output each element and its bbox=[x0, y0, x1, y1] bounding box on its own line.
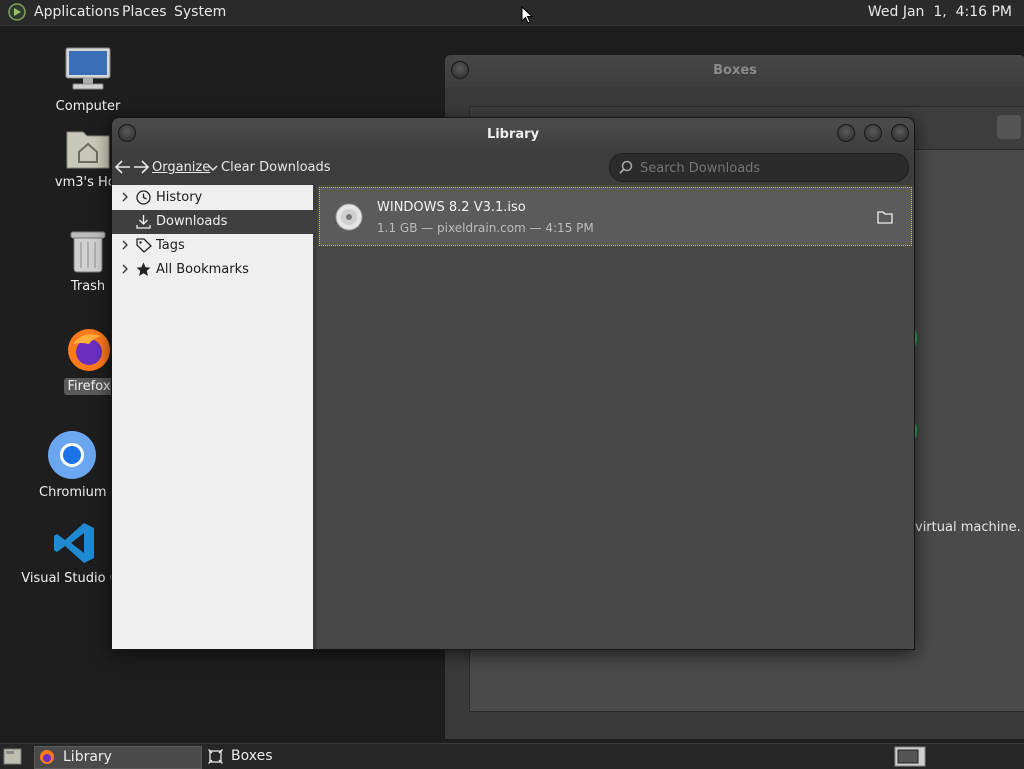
boxes-partial-text: virtual machine. bbox=[915, 520, 1021, 535]
clear-downloads-button[interactable]: Clear Downloads bbox=[221, 160, 331, 175]
sidebar-item-label: History bbox=[156, 190, 203, 205]
chromium-icon bbox=[48, 431, 96, 479]
mouse-cursor-icon bbox=[521, 6, 533, 24]
firefox-icon bbox=[40, 750, 54, 764]
desktop-icon-chromium[interactable]: Chromium bbox=[36, 430, 108, 501]
star-icon bbox=[136, 262, 151, 276]
vscode-icon bbox=[54, 523, 94, 563]
show-desktop-icon[interactable] bbox=[3, 748, 22, 765]
firefox-icon bbox=[68, 329, 110, 371]
forward-arrow-icon[interactable] bbox=[133, 160, 149, 174]
organize-button[interactable]: Organize bbox=[152, 160, 210, 175]
workspace-switcher-icon[interactable] bbox=[894, 746, 926, 767]
chevron-right-icon[interactable] bbox=[121, 263, 129, 275]
clock[interactable]: Wed Jan 1, 4:16 PM bbox=[868, 4, 1012, 21]
taskbar-item-boxes[interactable]: Boxes bbox=[203, 746, 373, 767]
download-filename: WINDOWS 8.2 V3.1.iso bbox=[377, 200, 526, 215]
search-input[interactable] bbox=[638, 157, 902, 179]
library-window[interactable]: Library Organize Clear Downloads History… bbox=[111, 117, 915, 650]
trash-icon bbox=[70, 231, 106, 273]
download-meta: 1.1 GB — pixeldrain.com — 4:15 PM bbox=[377, 221, 594, 235]
taskbar: Library Boxes bbox=[0, 743, 1024, 769]
menu-logo-icon[interactable] bbox=[8, 3, 26, 21]
folder-icon[interactable] bbox=[877, 210, 893, 224]
boxes-title: Boxes bbox=[713, 63, 757, 78]
chevron-down-icon[interactable] bbox=[208, 165, 218, 172]
desktop-icon-label: Firefox bbox=[64, 378, 114, 395]
sidebar-item-downloads[interactable]: Downloads bbox=[112, 210, 313, 234]
library-title: Library bbox=[486, 127, 540, 142]
library-toolbar: Organize Clear Downloads bbox=[112, 151, 914, 185]
system-menu[interactable]: System bbox=[174, 4, 226, 21]
home-folder-icon bbox=[66, 131, 110, 169]
close-button[interactable] bbox=[891, 124, 909, 142]
taskbar-item-label: Boxes bbox=[231, 748, 273, 764]
places-menu[interactable]: Places bbox=[122, 4, 167, 21]
sidebar-item-label: Downloads bbox=[156, 214, 228, 229]
search-icon bbox=[619, 160, 633, 174]
top-panel: Applications Places System Wed Jan 1, 4:… bbox=[0, 0, 1024, 26]
taskbar-item-library[interactable]: Library bbox=[34, 746, 202, 769]
maximize-button[interactable] bbox=[864, 124, 882, 142]
sidebar-item-history[interactable]: History bbox=[112, 186, 313, 210]
boxes-icon bbox=[208, 749, 223, 764]
tag-icon bbox=[136, 238, 152, 253]
download-icon bbox=[136, 215, 151, 229]
sidebar-item-tags[interactable]: Tags bbox=[112, 234, 313, 258]
taskbar-item-label: Library bbox=[63, 749, 112, 765]
desktop-icon-label: Chromium bbox=[39, 485, 107, 500]
desktop-icon-computer[interactable]: Computer bbox=[50, 44, 126, 115]
computer-icon bbox=[65, 47, 111, 90]
boxes-search-button[interactable] bbox=[997, 115, 1021, 139]
search-box[interactable] bbox=[609, 153, 909, 182]
clock-icon bbox=[136, 190, 151, 205]
boxes-titlebar[interactable]: Boxes bbox=[445, 55, 1024, 87]
download-item[interactable]: WINDOWS 8.2 V3.1.iso 1.1 GB — pixeldrain… bbox=[319, 187, 912, 246]
disc-image-icon bbox=[335, 203, 363, 231]
sidebar-item-label: All Bookmarks bbox=[156, 262, 249, 277]
applications-menu[interactable]: Applications bbox=[34, 4, 120, 21]
library-titlebar[interactable]: Library bbox=[112, 118, 914, 151]
chevron-right-icon[interactable] bbox=[121, 191, 129, 203]
sidebar-item-label: Tags bbox=[156, 238, 185, 253]
chevron-right-icon[interactable] bbox=[121, 239, 129, 251]
library-sidebar: History Downloads Tags All Bookmarks bbox=[112, 185, 313, 649]
back-arrow-icon[interactable] bbox=[115, 160, 131, 174]
desktop-icon-label: Trash bbox=[70, 279, 106, 294]
downloads-list: WINDOWS 8.2 V3.1.iso 1.1 GB — pixeldrain… bbox=[317, 185, 914, 649]
desktop-icon-label: Computer bbox=[55, 99, 121, 114]
sidebar-item-all-bookmarks[interactable]: All Bookmarks bbox=[112, 258, 313, 282]
minimize-button[interactable] bbox=[837, 124, 855, 142]
